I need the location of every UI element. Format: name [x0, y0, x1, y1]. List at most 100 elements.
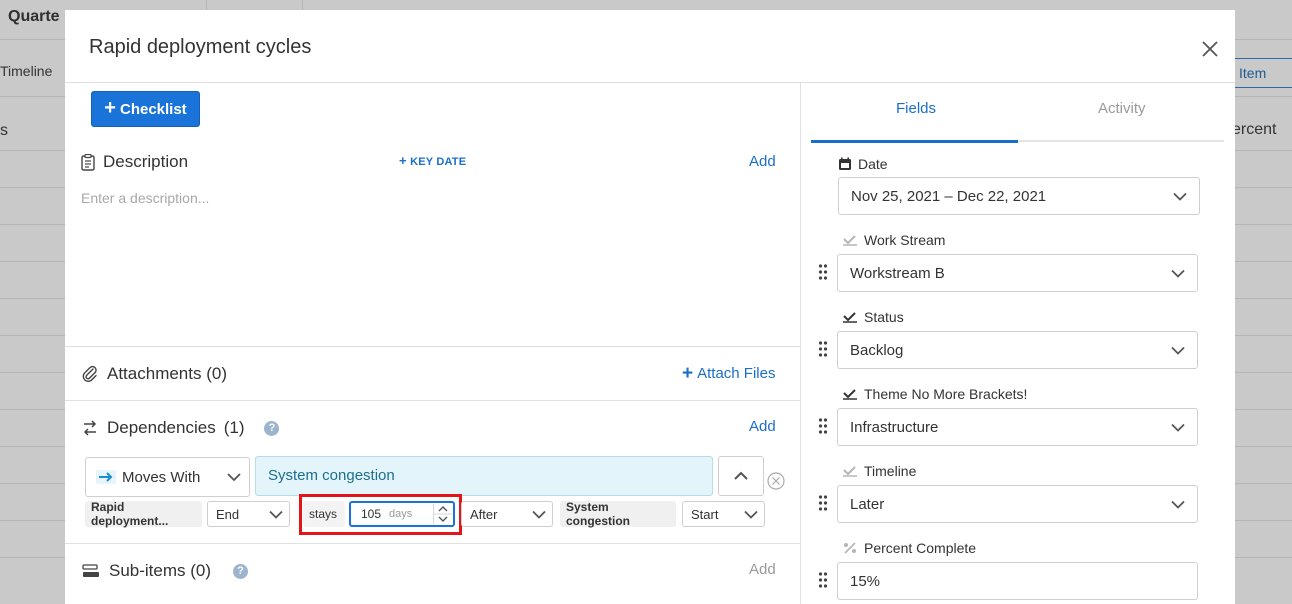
help-icon[interactable]: ? [233, 563, 249, 579]
divider [65, 346, 800, 347]
clipboard-icon [81, 153, 95, 171]
checkmark-icon [843, 466, 857, 477]
checkmark-icon [843, 389, 857, 400]
subitems-title: Sub-items (0) [109, 561, 212, 580]
percent-complete-input[interactable]: 15% [837, 562, 1198, 600]
dependency-type-select[interactable]: Moves With [85, 457, 250, 497]
drag-handle-icon[interactable] [818, 571, 828, 589]
checklist-button-label: Checklist [119, 100, 187, 118]
field-label-timeline: Timeline [842, 463, 916, 479]
chevron-up-icon [734, 471, 748, 480]
plus-icon: + [104, 97, 116, 119]
panel-tabs: Fields Activity [811, 83, 1224, 143]
attach-files-label: Attach Files [697, 365, 776, 382]
subitems-icon [82, 564, 99, 577]
paperclip-icon [82, 365, 97, 382]
status-select[interactable]: Backlog [837, 331, 1198, 369]
date-label: Date [858, 156, 888, 172]
background-title: Quarte [8, 8, 60, 25]
close-icon[interactable] [1198, 37, 1222, 61]
background-tab: Timeline [0, 63, 53, 79]
plus-icon: + [399, 153, 407, 168]
tab-activity[interactable]: Activity [1098, 100, 1146, 117]
description-input[interactable]: Enter a description... [81, 190, 209, 206]
attach-files-link[interactable]: + Attach Files [682, 364, 775, 383]
arrow-right-icon [96, 470, 116, 484]
chevron-down-icon [1171, 423, 1185, 432]
dependency-arrows-icon [83, 420, 97, 436]
relation-select[interactable]: After [461, 501, 553, 527]
checkmark-icon [843, 312, 857, 323]
field-label-theme: Theme No More Brackets! [842, 386, 1027, 402]
chevron-down-icon [227, 473, 241, 482]
attachments-title: Attachments (0) [107, 364, 227, 383]
dependency-target[interactable]: System congestion [255, 456, 713, 496]
field-label-status: Status [842, 309, 904, 325]
description-header: Description [81, 152, 188, 172]
theme-label: Theme No More Brackets! [864, 386, 1028, 402]
source-point-value: End [216, 506, 240, 522]
drag-handle-icon[interactable] [818, 417, 828, 435]
checkmark-icon [843, 235, 857, 246]
chevron-down-icon [532, 510, 546, 519]
chevron-down-icon [269, 510, 283, 519]
timeline-value: Later [850, 495, 885, 513]
field-label-date: Date [838, 156, 888, 172]
dependencies-add-link[interactable]: Add [749, 418, 776, 435]
description-add-link[interactable]: Add [749, 153, 776, 170]
percent-complete-label: Percent Complete [864, 540, 977, 556]
chevron-down-icon [744, 510, 758, 519]
tab-fields[interactable]: Fields [896, 100, 936, 117]
add-checklist-button[interactable]: + Checklist [91, 91, 200, 127]
timeline-select[interactable]: Later [837, 485, 1198, 523]
date-field[interactable]: Nov 25, 2021 – Dec 22, 2021 [838, 177, 1200, 215]
dependencies-count: (1) [223, 418, 245, 437]
work-stream-select[interactable]: Workstream B [837, 254, 1198, 292]
subitems-add-link[interactable]: Add [749, 561, 776, 578]
work-stream-value: Workstream B [850, 264, 945, 282]
modal-title: Rapid deployment cycles [89, 36, 312, 58]
timeline-label: Timeline [864, 463, 917, 479]
divider [65, 543, 800, 544]
background-column-percent: ercent [1232, 121, 1277, 138]
relation-value: After [470, 506, 498, 522]
source-point-select[interactable]: End [207, 501, 290, 527]
plus-icon: + [682, 363, 694, 384]
calendar-icon [839, 157, 851, 170]
chevron-down-icon [1171, 269, 1185, 278]
highlight-box [299, 494, 462, 535]
theme-select[interactable]: Infrastructure [837, 408, 1198, 446]
divider [65, 400, 800, 401]
dependencies-title: Dependencies [107, 418, 216, 437]
key-date-label: KEY DATE [410, 156, 467, 168]
attachments-header: Attachments (0) [81, 364, 227, 384]
chevron-down-icon [1173, 192, 1187, 201]
percent-complete-value: 15% [850, 572, 881, 590]
theme-value: Infrastructure [850, 418, 939, 436]
status-label: Status [864, 309, 904, 325]
add-item-button: Item [1230, 58, 1292, 88]
percent-icon [844, 542, 856, 554]
drag-handle-icon[interactable] [818, 263, 828, 281]
date-value: Nov 25, 2021 – Dec 22, 2021 [851, 187, 1047, 205]
chevron-down-icon [1171, 500, 1185, 509]
status-value: Backlog [850, 341, 904, 359]
work-stream-label: Work Stream [864, 232, 946, 248]
help-icon[interactable]: ? [264, 420, 280, 436]
modal-header: Rapid deployment cycles [65, 10, 1235, 83]
remove-dependency-icon[interactable] [767, 472, 785, 490]
subitems-header: Sub-items (0) ? [81, 561, 249, 581]
dependency-source: Rapid deployment... [85, 500, 202, 528]
field-label-percent-complete: Percent Complete [842, 540, 976, 556]
dependencies-header: Dependencies (1) ? [81, 418, 280, 438]
dependency-type-value: Moves With [122, 468, 201, 486]
add-key-date-link[interactable]: + KEY DATE [399, 153, 466, 168]
dependency-target-chip: System congestion [560, 500, 676, 528]
drag-handle-icon[interactable] [818, 494, 828, 512]
target-point-select[interactable]: Start [682, 501, 765, 527]
target-point-value: Start [691, 506, 719, 522]
chevron-down-icon [1171, 346, 1185, 355]
dependency-collapse-button[interactable] [718, 456, 764, 496]
drag-handle-icon[interactable] [818, 340, 828, 358]
background-column: s [0, 122, 8, 139]
